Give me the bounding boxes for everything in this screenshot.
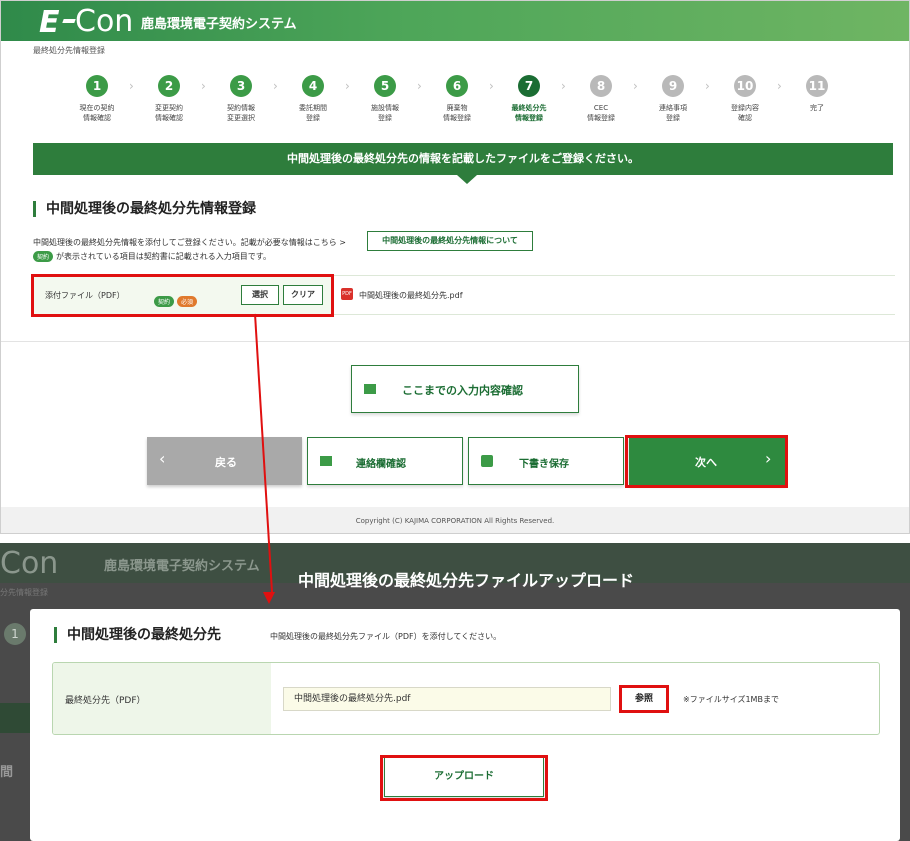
breadcrumb: 最終処分先情報登録 [33, 46, 105, 55]
logo-con: Con [75, 4, 134, 39]
main-page-screenshot: E Con 鹿島環境電子契約システム 最終処分先情報登録 1 現在の契約 情報確認… [0, 0, 910, 534]
chevron-right-icon: › [489, 79, 494, 93]
step-number: 2 [158, 75, 180, 97]
description-line-1: 中間処理後の最終処分先情報を添付してご登録ください。記載が必要な情報はこちら > [33, 238, 347, 247]
step-number: 3 [230, 75, 252, 97]
progress-step: 8 CEC 情報登録 [571, 75, 631, 123]
step-label: 契約情報 変更選択 [227, 104, 255, 122]
step-number: 9 [662, 75, 684, 97]
confirm-input-label: ここまでの入力内容確認 [402, 384, 523, 397]
document-icon [364, 384, 376, 394]
upload-field-label: 最終処分先（PDF） [65, 696, 146, 706]
step-label: 登録内容 確認 [731, 104, 759, 122]
dimmed-logo: Con [0, 546, 59, 581]
progress-step: 11 完了 [787, 75, 847, 113]
step-number: 1 [86, 75, 108, 97]
save-draft-button[interactable]: 下書き保存 [468, 437, 624, 485]
instruction-banner: 中間処理後の最終処分先の情報を記載したファイルをご登録ください。 [33, 143, 893, 175]
chevron-right-icon: › [705, 79, 710, 93]
step-number: 8 [590, 75, 612, 97]
step-label: CEC 情報登録 [587, 104, 615, 122]
confirm-input-button[interactable]: ここまでの入力内容確認 [351, 365, 579, 413]
chevron-right-icon: › [129, 79, 134, 93]
progress-step: 2 変更契約 情報確認 [139, 75, 199, 123]
progress-steps: 1 現在の契約 情報確認 › 2 変更契約 情報確認 › 3 契約情報 変更選択 › 4 委託期間 … [67, 75, 867, 135]
step-number: 7 [518, 75, 540, 97]
save-draft-label: 下書き保存 [519, 459, 569, 470]
chevron-right-icon: › [273, 79, 278, 93]
attached-file-name[interactable]: 中間処理後の最終処分先.pdf [359, 290, 463, 301]
modal-title: 中間処理後の最終処分先ファイルアップロード [298, 571, 635, 590]
chevron-right-icon: › [561, 79, 566, 93]
logo-dash [62, 19, 76, 23]
step-number: 11 [806, 75, 828, 97]
save-icon [481, 455, 493, 467]
progress-step: 1 現在の契約 情報確認 [67, 75, 127, 123]
contact-check-label: 連絡欄確認 [356, 459, 406, 470]
progress-step: 7 最終処分先 情報登録 [499, 75, 559, 123]
step-label: 完了 [810, 104, 824, 112]
dimmed-step: 1 [4, 623, 26, 645]
dimmed-breadcrumb: 分先情報登録 [0, 588, 48, 597]
description-text: が表示されている項目は契約書に記載される入力項目です。 [56, 252, 271, 261]
dimmed-system-name: 鹿島環境電子契約システム [104, 559, 260, 574]
progress-step: 4 委託期間 登録 [283, 75, 343, 123]
progress-step: 3 契約情報 変更選択 [211, 75, 271, 123]
pdf-icon: PDF [341, 288, 353, 300]
file-size-note: ※ファイルサイズ1MBまで [683, 695, 779, 704]
step-label: 施設情報 登録 [371, 104, 399, 122]
modal-section-title: 中間処理後の最終処分先 [54, 627, 221, 643]
progress-step: 6 廃棄物 情報登録 [427, 75, 487, 123]
file-path-input[interactable]: 中間処理後の最終処分先.pdf [283, 687, 611, 711]
modal-subtitle: 中間処理後の最終処分先ファイル（PDF）を添付してください。 [270, 632, 502, 641]
chevron-right-icon: › [417, 79, 422, 93]
contact-check-button[interactable]: 連絡欄確認 [307, 437, 463, 485]
back-label: 戻る [215, 456, 237, 469]
info-button[interactable]: 中間処理後の最終処分先情報について [367, 231, 533, 251]
progress-step: 5 施設情報 登録 [355, 75, 415, 123]
chevron-right-icon: › [201, 79, 206, 93]
contract-tag: 契約 [33, 251, 54, 262]
progress-step: 9 連絡事項 登録 [643, 75, 703, 123]
step-number: 4 [302, 75, 324, 97]
step-number: 5 [374, 75, 396, 97]
divider [1, 341, 909, 342]
step-number: 6 [446, 75, 468, 97]
back-button[interactable]: ‹ 戻る [147, 437, 302, 485]
description-line-2: 契約 が表示されている項目は契約書に記載される入力項目です。 [33, 251, 271, 262]
dimmed-banner [0, 703, 30, 733]
down-arrow-icon [263, 592, 275, 604]
step-label: 連絡事項 登録 [659, 104, 687, 122]
step-label: 変更契約 情報確認 [155, 104, 183, 122]
upload-field-row: 最終処分先（PDF） 中間処理後の最終処分先.pdf 参照 ※ファイルサイズ1M… [52, 662, 880, 735]
banner-pointer [457, 175, 477, 184]
highlight-box-next [625, 435, 788, 488]
progress-step: 10 登録内容 確認 [715, 75, 775, 123]
dimmed-title-fragment: 間 [0, 765, 14, 780]
footer-copyright: Copyright (C) KAJIMA CORPORATION All Rig… [1, 507, 909, 533]
logo-e: E [39, 5, 59, 40]
app-header: E Con 鹿島環境電子契約システム [1, 1, 909, 41]
chevron-right-icon: › [777, 79, 782, 93]
section-title: 中間処理後の最終処分先情報登録 [33, 201, 256, 217]
document-icon [320, 456, 332, 466]
highlight-box-upload [380, 755, 548, 801]
highlight-box-attachment [31, 274, 334, 317]
chevron-right-icon: › [345, 79, 350, 93]
highlight-box-browse [619, 685, 669, 713]
upload-modal-screenshot: Con 鹿島環境電子契約システム 分先情報登録 1 間 中間処理後の最終処分先フ… [0, 543, 910, 841]
chevron-left-icon: ‹ [159, 449, 166, 468]
step-label: 最終処分先 情報登録 [511, 104, 547, 122]
chevron-right-icon: › [633, 79, 638, 93]
step-label: 廃棄物 情報登録 [443, 104, 471, 122]
step-label: 委託期間 登録 [299, 104, 327, 122]
step-label: 現在の契約 情報確認 [79, 104, 115, 122]
step-number: 10 [734, 75, 756, 97]
system-name: 鹿島環境電子契約システム [141, 17, 297, 32]
upload-modal: 中間処理後の最終処分先 中間処理後の最終処分先ファイル（PDF）を添付してくださ… [30, 609, 900, 841]
